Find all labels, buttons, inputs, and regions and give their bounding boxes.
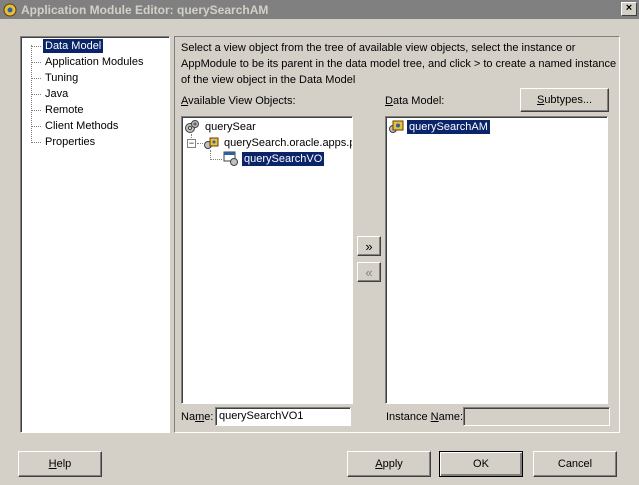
available-view-objects-label: Available View Objects: [181, 95, 296, 107]
gears-icon [184, 119, 200, 135]
remove-from-data-model-button[interactable]: « [357, 262, 381, 282]
window-title: Application Module Editor: querySearchAM [21, 2, 269, 17]
name-input[interactable]: querySearchVO1 [215, 407, 351, 426]
tree-node-package[interactable]: querySearch.oracle.apps.p [203, 135, 352, 151]
instance-name-label: Instance Name: [386, 411, 464, 423]
data-model-tree[interactable]: querySearchAM [385, 116, 608, 404]
cancel-button[interactable]: Cancel [533, 451, 617, 477]
instructions-text: Select a view object from the tree of av… [181, 42, 617, 86]
subtypes-button[interactable]: Subtypes... [520, 88, 609, 112]
app-module-icon [2, 2, 18, 18]
title-bar: Application Module Editor: querySearchAM… [0, 0, 639, 19]
nav-item-data-model[interactable]: Data Model [43, 39, 104, 53]
nav-item-application-modules[interactable]: Application Modules [43, 55, 145, 69]
package-icon [203, 135, 219, 151]
data-model-label: Data Model: [385, 95, 445, 107]
add-to-data-model-button[interactable]: » [357, 236, 381, 256]
collapse-icon[interactable]: − [187, 139, 196, 148]
apply-button[interactable]: Apply [347, 451, 431, 477]
navigation-list[interactable]: Data Model Application Modules Tuning Java R… [20, 36, 170, 433]
nav-item-java[interactable]: Java [43, 87, 70, 101]
nav-item-tuning[interactable]: Tuning [43, 71, 80, 85]
tree-node-root[interactable]: querySear [184, 119, 258, 135]
nav-item-client-methods[interactable]: Client Methods [43, 119, 120, 133]
name-label: Name: [181, 411, 214, 423]
tree-node-app-module[interactable]: querySearchAM [388, 119, 490, 135]
help-button[interactable]: Help [18, 451, 102, 477]
nav-item-properties[interactable]: Properties [43, 135, 97, 149]
close-button[interactable]: × [621, 2, 637, 16]
ok-button[interactable]: OK [439, 451, 523, 477]
nav-item-remote[interactable]: Remote [43, 103, 86, 117]
available-view-objects-tree[interactable]: querySear − querySearch.oracle.apps.p qu… [181, 116, 353, 404]
view-object-icon [223, 151, 239, 167]
tree-node-view-object[interactable]: querySearchVO [223, 151, 325, 167]
app-module-icon [388, 119, 404, 135]
instance-name-input[interactable] [463, 407, 610, 426]
